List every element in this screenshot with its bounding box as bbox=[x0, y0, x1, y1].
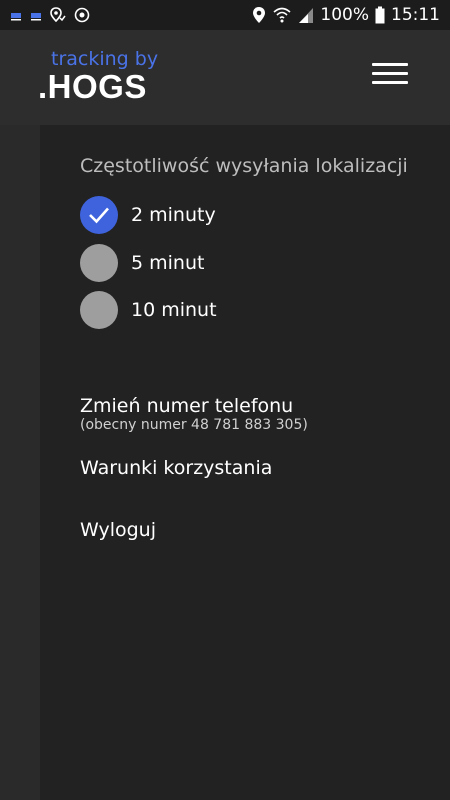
notification-icon bbox=[11, 13, 21, 21]
left-margin bbox=[0, 125, 40, 800]
location-pin-icon bbox=[253, 7, 266, 23]
signal-icon bbox=[299, 8, 314, 23]
frequency-option-10min[interactable]: 10 minut bbox=[80, 290, 217, 330]
current-phone-number: (obecny numer 48 781 883 305) bbox=[80, 417, 308, 433]
status-left-icons bbox=[10, 7, 90, 23]
frequency-option-5min[interactable]: 5 minut bbox=[80, 243, 204, 283]
sync-icon bbox=[74, 7, 90, 23]
radio-checked[interactable] bbox=[80, 196, 118, 234]
logout-link[interactable]: Wyloguj bbox=[80, 519, 156, 541]
frequency-title: Częstotliwość wysyłania lokalizacji bbox=[80, 155, 408, 177]
hamburger-menu-icon[interactable] bbox=[372, 63, 408, 89]
location-check-icon bbox=[50, 7, 66, 23]
app-header: tracking by .HOGS bbox=[0, 30, 450, 125]
terms-link[interactable]: Warunki korzystania bbox=[80, 457, 272, 479]
frequency-option-2min[interactable]: 2 minuty bbox=[80, 195, 216, 235]
logo: .HOGS bbox=[38, 68, 147, 105]
notification-icon bbox=[31, 13, 41, 21]
logo-tagline: tracking by bbox=[51, 48, 159, 70]
menu-line bbox=[372, 81, 408, 84]
radio-label: 5 minut bbox=[131, 252, 205, 274]
radio-label: 10 minut bbox=[131, 299, 217, 321]
settings-panel: Częstotliwość wysyłania lokalizacji 2 mi… bbox=[40, 125, 450, 800]
radio-unchecked[interactable] bbox=[80, 244, 118, 282]
radio-unchecked[interactable] bbox=[80, 291, 118, 329]
radio-label: 2 minuty bbox=[131, 204, 216, 226]
checkmark-icon bbox=[89, 207, 109, 224]
status-right: 100% 15:11 bbox=[252, 4, 440, 26]
battery-icon bbox=[375, 6, 385, 24]
menu-line bbox=[372, 72, 408, 75]
wifi-icon bbox=[273, 7, 291, 23]
battery-percentage: 100% bbox=[320, 5, 369, 25]
menu-line bbox=[372, 63, 408, 66]
clock: 15:11 bbox=[391, 5, 440, 25]
status-bar: 100% 15:11 bbox=[0, 0, 450, 30]
change-phone-link[interactable]: Zmień numer telefonu bbox=[80, 395, 293, 417]
